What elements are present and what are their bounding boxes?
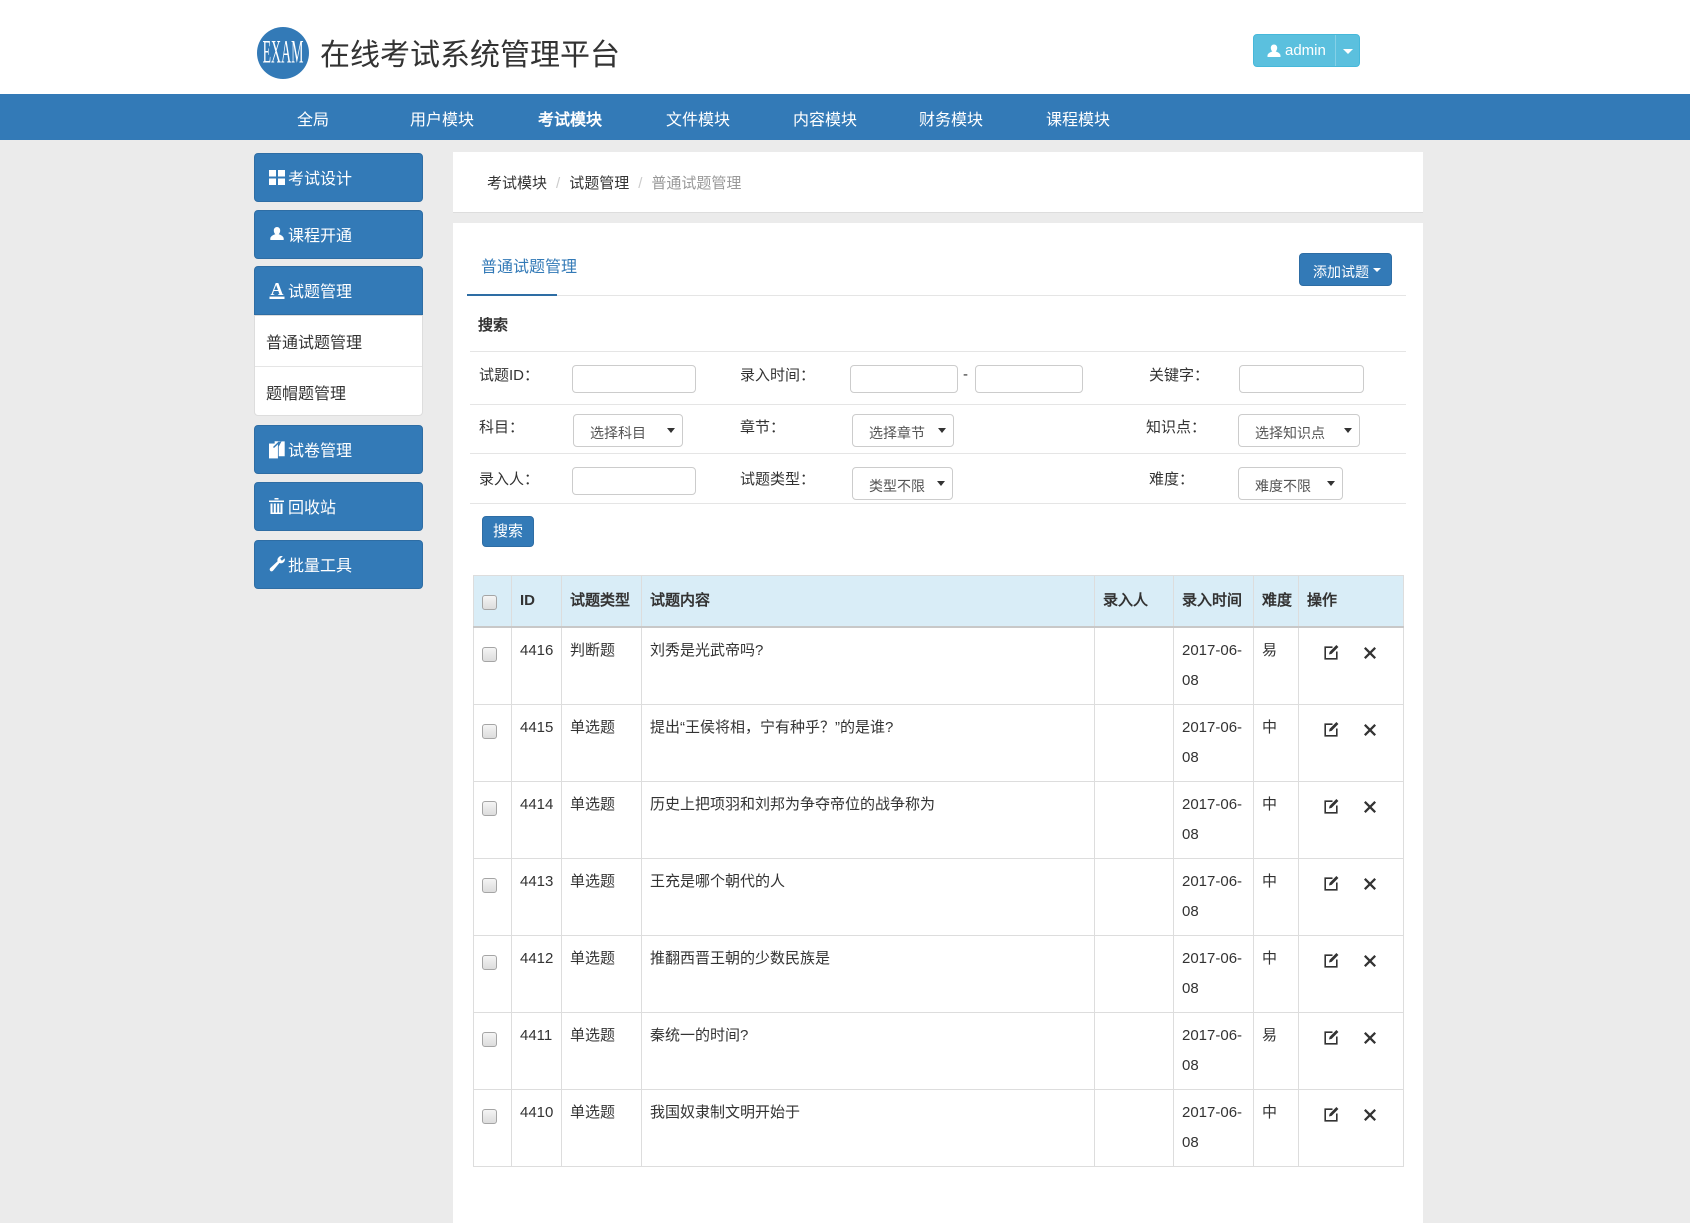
svg-text:A: A xyxy=(271,282,284,299)
